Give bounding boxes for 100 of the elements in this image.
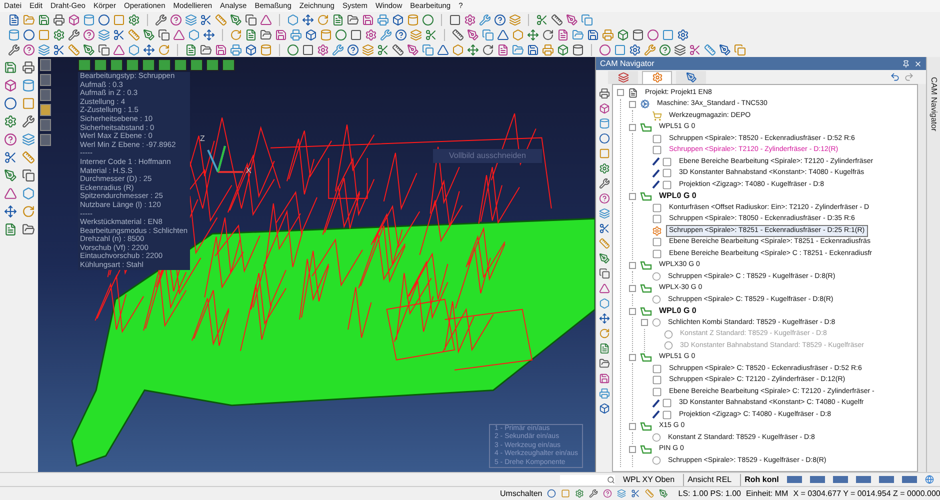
square-icon[interactable] xyxy=(302,44,314,56)
folder-icon[interactable] xyxy=(512,44,524,56)
ruler-icon[interactable] xyxy=(452,28,464,40)
move-icon[interactable] xyxy=(203,28,215,40)
wrench-icon[interactable] xyxy=(589,489,598,498)
collapse-toggle[interactable] xyxy=(629,192,636,200)
circle-icon[interactable] xyxy=(23,28,35,40)
cube-icon[interactable] xyxy=(4,79,17,92)
scissors-icon[interactable] xyxy=(377,44,389,56)
scissors-icon[interactable] xyxy=(425,28,437,40)
printer-icon[interactable] xyxy=(598,88,610,99)
settings-icon[interactable] xyxy=(365,28,377,40)
circle-icon[interactable] xyxy=(4,97,17,110)
wrench-icon[interactable] xyxy=(68,28,80,40)
folder-icon[interactable] xyxy=(347,14,359,26)
pin-icon[interactable] xyxy=(902,60,910,68)
view-cube-button[interactable] xyxy=(126,59,139,71)
collapse-toggle[interactable] xyxy=(629,124,636,131)
circle-icon[interactable] xyxy=(647,28,659,40)
scissors-icon[interactable] xyxy=(200,14,212,26)
globe-icon[interactable] xyxy=(924,475,934,484)
circle-icon[interactable] xyxy=(98,14,110,26)
search-field[interactable] xyxy=(560,474,615,484)
help-icon[interactable] xyxy=(83,28,95,40)
view-cube-button[interactable] xyxy=(110,59,123,71)
move-icon[interactable] xyxy=(143,44,155,56)
cube-icon[interactable] xyxy=(68,14,80,26)
layers-icon[interactable] xyxy=(617,489,626,498)
circle-icon[interactable] xyxy=(422,14,434,26)
cylinder-icon[interactable] xyxy=(572,44,584,56)
cube-icon[interactable] xyxy=(305,28,317,40)
hexagon-icon[interactable] xyxy=(512,28,524,40)
circle-icon[interactable] xyxy=(599,44,611,56)
document-icon[interactable] xyxy=(557,28,569,40)
triangle-icon[interactable] xyxy=(437,44,449,56)
toggle-button[interactable]: Umschalten xyxy=(500,488,542,500)
pen-icon[interactable] xyxy=(143,28,155,40)
move-icon[interactable] xyxy=(302,14,314,26)
hexagon-icon[interactable] xyxy=(287,14,299,26)
layers-icon[interactable] xyxy=(98,28,110,40)
help-icon[interactable] xyxy=(347,44,359,56)
layers-icon[interactable] xyxy=(674,44,686,56)
redo-icon[interactable] xyxy=(904,72,914,82)
collapse-toggle[interactable] xyxy=(629,262,636,269)
collapse-toggle[interactable] xyxy=(629,354,636,361)
printer-icon[interactable] xyxy=(290,28,302,40)
help-icon[interactable] xyxy=(170,14,182,26)
settings-icon[interactable] xyxy=(53,28,65,40)
side-tab[interactable]: CAM Navigator xyxy=(926,57,940,472)
move-icon[interactable] xyxy=(467,44,479,56)
copy-icon[interactable] xyxy=(482,28,494,40)
settings-icon[interactable] xyxy=(598,163,610,174)
panel-tab[interactable] xyxy=(642,70,672,84)
collapse-toggle[interactable] xyxy=(629,284,636,292)
printer-icon[interactable] xyxy=(377,14,389,26)
folder-icon[interactable] xyxy=(22,223,34,236)
hexagon-icon[interactable] xyxy=(598,298,610,309)
circle-icon[interactable] xyxy=(547,489,556,498)
scissors-icon[interactable] xyxy=(113,28,125,40)
pen-icon[interactable] xyxy=(83,44,95,56)
hexagon-icon[interactable] xyxy=(22,187,34,200)
collapse-toggle[interactable] xyxy=(629,422,636,430)
wrench-icon[interactable] xyxy=(8,44,20,56)
copy-icon[interactable] xyxy=(22,169,34,182)
cylinder-icon[interactable] xyxy=(632,28,644,40)
wrench-icon[interactable] xyxy=(598,178,610,189)
wrench-icon[interactable] xyxy=(380,28,392,40)
view-cube-button[interactable] xyxy=(142,59,155,71)
rotate-icon[interactable] xyxy=(542,28,554,40)
cylinder-icon[interactable] xyxy=(598,118,610,129)
copy-icon[interactable] xyxy=(98,44,110,56)
square-icon[interactable] xyxy=(350,28,362,40)
hexagon-icon[interactable] xyxy=(188,28,200,40)
help-icon[interactable] xyxy=(603,489,612,498)
view-cube-button[interactable] xyxy=(94,59,107,71)
cube-icon[interactable] xyxy=(598,403,610,414)
copy-icon[interactable] xyxy=(245,14,257,26)
cube-icon[interactable] xyxy=(598,103,610,114)
cylinder-icon[interactable] xyxy=(22,79,34,92)
cube-icon[interactable] xyxy=(617,28,629,40)
scissors-icon[interactable] xyxy=(631,489,640,498)
wrench-icon[interactable] xyxy=(22,115,34,128)
ruler-icon[interactable] xyxy=(551,14,563,26)
circle-icon[interactable] xyxy=(287,44,299,56)
scissors-icon[interactable] xyxy=(689,44,701,56)
triangle-icon[interactable] xyxy=(4,187,17,200)
help-icon[interactable] xyxy=(494,14,506,26)
view-cube-button[interactable] xyxy=(190,59,203,71)
triangle-icon[interactable] xyxy=(173,28,185,40)
settings-icon[interactable] xyxy=(4,115,17,128)
square-icon[interactable] xyxy=(614,44,626,56)
layers-icon[interactable] xyxy=(185,14,197,26)
settings-icon[interactable] xyxy=(677,28,689,40)
copy-icon[interactable] xyxy=(581,14,593,26)
scissors-icon[interactable] xyxy=(53,44,65,56)
settings-icon[interactable] xyxy=(128,14,140,26)
circle-icon[interactable] xyxy=(335,28,347,40)
printer-icon[interactable] xyxy=(230,44,242,56)
help-icon[interactable] xyxy=(395,28,407,40)
view-cube-button[interactable] xyxy=(222,59,235,71)
